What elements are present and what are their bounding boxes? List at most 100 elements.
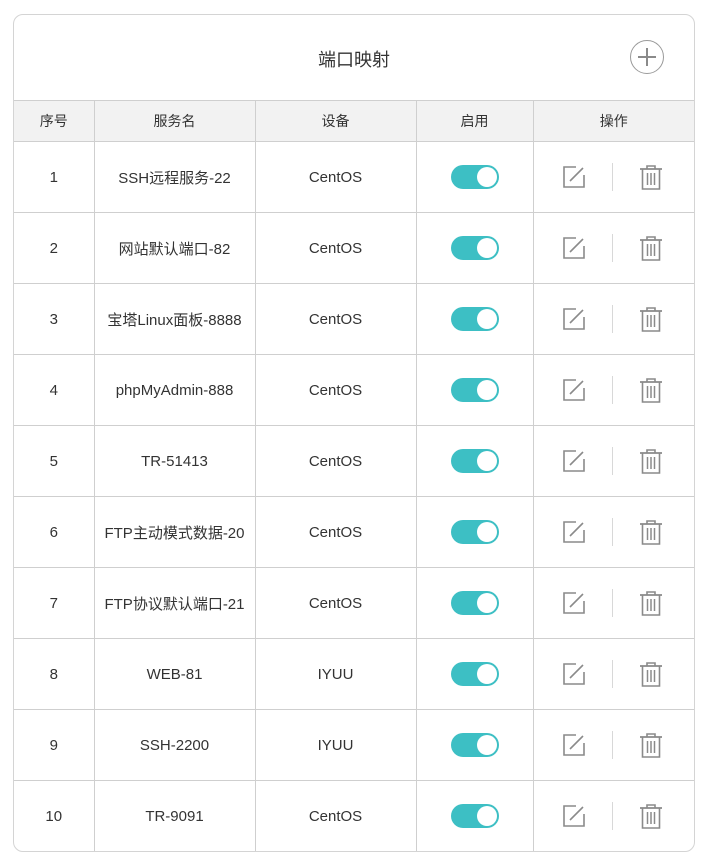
table-header-row: 序号 服务名 设备 启用 操作 xyxy=(14,100,694,142)
add-mapping-button[interactable] xyxy=(630,40,664,74)
row-index: 9 xyxy=(14,709,95,781)
trash-icon xyxy=(639,733,662,758)
edit-button[interactable] xyxy=(562,662,586,686)
row-device: CentOS xyxy=(254,212,417,284)
delete-button[interactable] xyxy=(639,803,663,829)
trash-icon xyxy=(639,378,662,403)
row-actions xyxy=(532,212,695,284)
row-enabled-cell xyxy=(415,567,534,639)
delete-button[interactable] xyxy=(639,732,663,758)
actions-divider xyxy=(611,660,613,688)
row-service-name: FTP主动模式数据-20 xyxy=(93,496,256,568)
row-enabled-cell xyxy=(415,780,534,851)
row-index: 6 xyxy=(14,496,95,568)
edit-button[interactable] xyxy=(562,591,586,615)
row-device: CentOS xyxy=(254,425,417,497)
trash-icon xyxy=(639,662,662,687)
trash-icon xyxy=(639,165,662,190)
edit-icon xyxy=(562,663,585,685)
edit-button[interactable] xyxy=(562,236,586,260)
row-device: IYUU xyxy=(254,638,417,710)
row-device: CentOS xyxy=(254,496,417,568)
delete-button[interactable] xyxy=(639,235,663,261)
enable-toggle[interactable] xyxy=(450,662,499,686)
table-row: 6 FTP主动模式数据-20 CentOS xyxy=(14,496,694,568)
port-mapping-table: 序号 服务名 设备 启用 操作 1 SSH远程服务-22 CentOS 2 网站… xyxy=(14,100,694,851)
enable-toggle[interactable] xyxy=(450,591,499,615)
edit-button[interactable] xyxy=(562,733,586,757)
edit-button[interactable] xyxy=(562,378,586,402)
row-actions xyxy=(532,709,694,781)
toggle-knob xyxy=(476,593,497,613)
trash-icon xyxy=(639,307,662,332)
edit-button[interactable] xyxy=(562,520,586,544)
edit-icon xyxy=(562,521,585,543)
row-service-name: 网站默认端口-82 xyxy=(93,212,256,284)
actions-divider xyxy=(611,518,613,546)
row-device: CentOS xyxy=(254,780,417,851)
edit-button[interactable] xyxy=(562,804,586,828)
table-row: 8 WEB-81 IYUU xyxy=(14,638,694,710)
toggle-knob xyxy=(476,167,497,187)
row-actions xyxy=(532,496,694,568)
toggle-knob xyxy=(476,309,497,329)
column-header-service: 服务名 xyxy=(93,100,256,142)
row-enabled-cell xyxy=(415,496,534,568)
actions-group xyxy=(534,355,695,425)
edit-button[interactable] xyxy=(562,449,586,473)
row-device: CentOS xyxy=(254,283,417,355)
row-index: 4 xyxy=(14,354,95,426)
actions-divider xyxy=(611,447,613,475)
delete-button[interactable] xyxy=(639,661,663,687)
actions-divider xyxy=(611,802,613,830)
row-service-name: WEB-81 xyxy=(93,638,256,710)
enable-toggle[interactable] xyxy=(450,804,499,828)
row-enabled-cell xyxy=(415,354,534,426)
enable-toggle[interactable] xyxy=(450,449,499,473)
delete-button[interactable] xyxy=(639,164,663,190)
column-header-device: 设备 xyxy=(254,100,417,142)
row-index: 3 xyxy=(14,283,95,355)
row-service-name: phpMyAdmin-888 xyxy=(93,354,256,426)
row-service-name: TR-51413 xyxy=(93,425,256,497)
toggle-knob xyxy=(476,380,497,400)
column-header-index: 序号 xyxy=(14,100,95,142)
edit-icon xyxy=(562,805,585,827)
edit-button[interactable] xyxy=(562,307,586,331)
delete-button[interactable] xyxy=(639,519,663,545)
enable-toggle[interactable] xyxy=(450,520,499,544)
enable-toggle[interactable] xyxy=(450,733,499,757)
row-index: 10 xyxy=(14,780,95,851)
delete-button[interactable] xyxy=(639,448,663,474)
enable-toggle[interactable] xyxy=(450,165,499,189)
edit-button[interactable] xyxy=(562,165,586,189)
row-index: 1 xyxy=(14,141,95,213)
enable-toggle[interactable] xyxy=(450,236,499,260)
row-actions xyxy=(532,141,694,213)
row-device: CentOS xyxy=(254,567,417,639)
delete-button[interactable] xyxy=(639,590,663,616)
column-header-actions: 操作 xyxy=(532,100,694,142)
actions-group xyxy=(534,781,695,851)
enable-toggle[interactable] xyxy=(450,378,499,402)
page-title: 端口映射 xyxy=(318,50,390,70)
toggle-knob xyxy=(476,735,497,755)
enable-toggle[interactable] xyxy=(450,307,499,331)
delete-button[interactable] xyxy=(639,306,663,332)
actions-divider xyxy=(611,376,613,404)
table-row: 9 SSH-2200 IYUU xyxy=(14,709,694,781)
edit-icon xyxy=(562,592,585,614)
row-actions xyxy=(532,638,694,710)
table-row: 5 TR-51413 CentOS xyxy=(14,425,694,497)
actions-group xyxy=(534,568,695,638)
row-actions xyxy=(532,425,694,497)
trash-icon xyxy=(639,236,662,261)
row-index: 8 xyxy=(14,638,95,710)
delete-button[interactable] xyxy=(639,377,663,403)
row-enabled-cell xyxy=(415,212,534,284)
table-row: 4 phpMyAdmin-888 CentOS xyxy=(14,354,695,426)
actions-group xyxy=(534,213,695,283)
edit-icon xyxy=(562,379,585,401)
trash-icon xyxy=(639,449,662,474)
row-actions xyxy=(532,354,695,426)
